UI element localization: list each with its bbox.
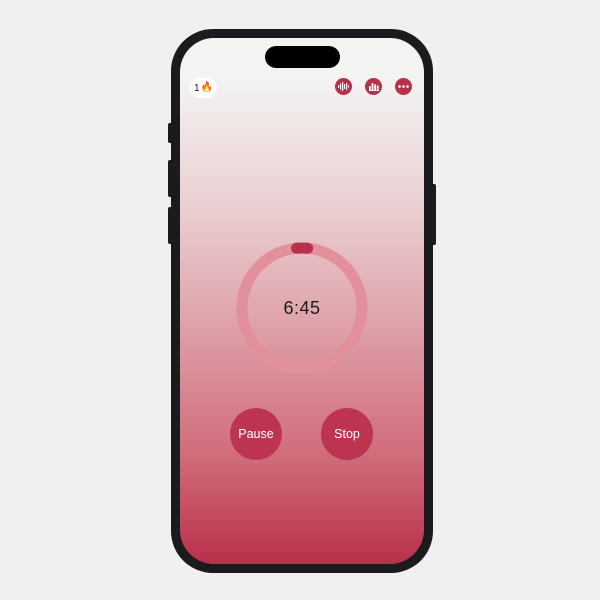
toolbar-icons xyxy=(335,78,412,95)
streak-badge[interactable]: 1 🔥 xyxy=(190,78,218,98)
more-icon[interactable] xyxy=(395,78,412,95)
phone-frame: 1 🔥 6:45 Pause Stop xyxy=(171,29,433,573)
bar-chart-icon[interactable] xyxy=(365,78,382,95)
time-remaining: 6:45 xyxy=(283,297,321,318)
app-screen: 1 🔥 6:45 Pause Stop xyxy=(180,38,424,564)
stop-button[interactable]: Stop xyxy=(321,408,373,460)
streak-count: 1 xyxy=(194,82,200,94)
waveform-icon[interactable] xyxy=(335,78,352,95)
fire-icon: 🔥 xyxy=(200,82,214,93)
pause-button[interactable]: Pause xyxy=(230,408,282,460)
timer-ring: 6:45 xyxy=(234,240,370,376)
dynamic-island xyxy=(265,46,340,68)
